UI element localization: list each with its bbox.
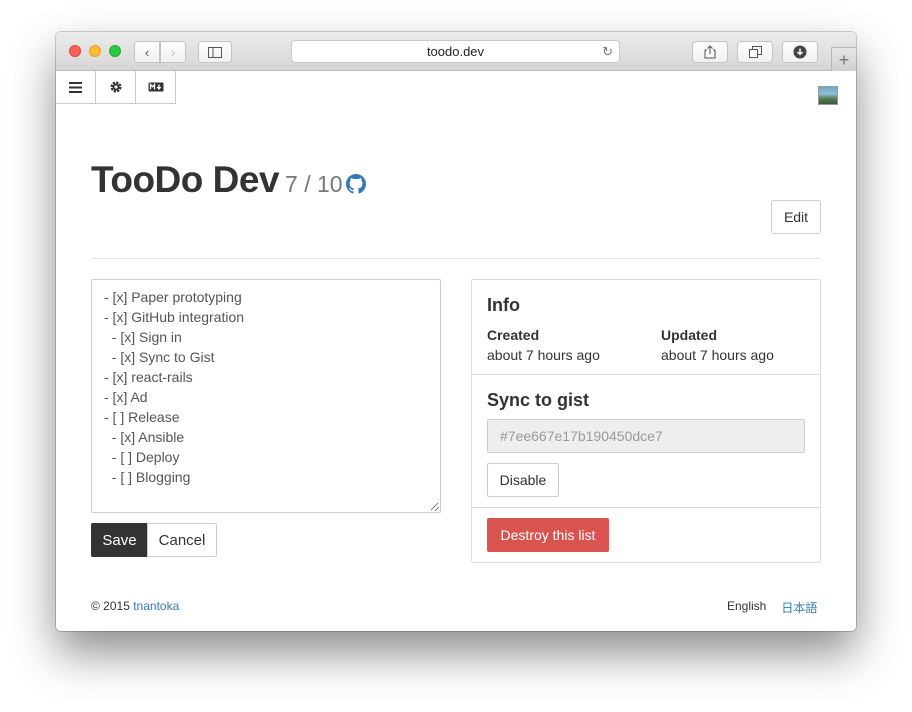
resize-handle[interactable] — [431, 503, 439, 511]
url-text: toodo.dev — [426, 44, 485, 59]
new-tab-button[interactable]: + — [831, 47, 856, 72]
reload-icon[interactable]: ↻ — [602, 44, 613, 60]
side-panel: Info Created about 7 hours ago Updated a… — [471, 279, 821, 563]
progress-count: 7 / 10 — [285, 171, 343, 197]
page-title: TooDo Dev 7 / 10 — [91, 159, 366, 203]
updated-label: Updated — [661, 327, 717, 343]
info-heading: Info — [487, 295, 520, 315]
menu-icon — [69, 81, 82, 93]
chevron-left-icon: ‹ — [144, 44, 150, 60]
gist-section: Sync to gist #7ee667e17b190450dce7 Disab… — [472, 375, 820, 508]
tab-overview-button[interactable] — [737, 41, 773, 63]
share-icon — [704, 45, 716, 59]
updated-value: about 7 hours ago — [661, 347, 774, 363]
textarea-line: - [x] Ad — [104, 389, 148, 405]
gear-icon — [110, 81, 121, 93]
textarea-line: - [x] Sync to Gist — [104, 349, 215, 365]
sidebar-icon — [208, 46, 222, 58]
author-link[interactable]: tnantoka — [133, 599, 179, 613]
user-avatar[interactable] — [818, 86, 838, 105]
download-icon — [793, 45, 807, 59]
browser-window: ‹ › toodo.dev ↻ + TooDo Dev 7 / 10 Edit … — [56, 32, 856, 631]
textarea-line: - [ ] Deploy — [104, 449, 180, 465]
sidebar-button[interactable] — [198, 41, 232, 63]
textarea-line: - [ ] Release — [104, 409, 180, 425]
github-icon[interactable] — [345, 161, 366, 203]
disable-sync-button[interactable]: Disable — [487, 463, 559, 497]
language-switcher: English 日本語 — [727, 599, 817, 616]
settings-button[interactable] — [96, 71, 136, 104]
back-button[interactable]: ‹ — [134, 41, 160, 63]
save-button[interactable]: Save — [91, 523, 148, 557]
edit-button[interactable]: Edit — [771, 200, 821, 234]
textarea-line: - [x] Ansible — [104, 429, 185, 445]
copyright-text: © 2015 — [91, 599, 130, 613]
todo-textarea[interactable]: - [x] Paper prototyping - [x] GitHub int… — [91, 279, 441, 513]
lang-japanese-link[interactable]: 日本語 — [781, 599, 817, 616]
address-bar[interactable]: toodo.dev ↻ — [291, 40, 620, 63]
destroy-list-button[interactable]: Destroy this list — [487, 518, 609, 552]
textarea-line: - [x] GitHub integration — [104, 309, 245, 325]
cancel-button[interactable]: Cancel — [147, 523, 217, 557]
gist-id-input[interactable]: #7ee667e17b190450dce7 — [487, 419, 805, 453]
app-navbar — [56, 71, 176, 104]
footer-copyright: © 2015 tnantoka — [91, 599, 179, 613]
textarea-line: - [x] Paper prototyping — [104, 289, 242, 305]
header-divider — [91, 258, 821, 259]
plus-icon: + — [838, 49, 850, 70]
lang-english[interactable]: English — [727, 599, 766, 616]
downloads-button[interactable] — [782, 41, 818, 63]
menu-button[interactable] — [56, 71, 96, 104]
forward-button[interactable]: › — [160, 41, 186, 63]
minimize-window-button[interactable] — [89, 45, 101, 57]
list-title: TooDo Dev — [91, 159, 280, 200]
danger-section: Destroy this list — [472, 508, 820, 562]
markdown-button[interactable] — [136, 71, 176, 104]
zoom-window-button[interactable] — [109, 45, 121, 57]
page-content: TooDo Dev 7 / 10 Edit - [x] Paper prototy… — [56, 71, 856, 631]
info-section: Info Created about 7 hours ago Updated a… — [472, 280, 820, 375]
textarea-line: - [x] react-rails — [104, 369, 193, 385]
gist-heading: Sync to gist — [487, 390, 590, 410]
created-label: Created — [487, 327, 540, 343]
tabs-icon — [748, 46, 762, 58]
created-value: about 7 hours ago — [487, 347, 600, 363]
browser-toolbar: ‹ › toodo.dev ↻ + — [56, 32, 856, 72]
markdown-icon — [148, 82, 163, 92]
textarea-line: - [x] Sign in — [104, 329, 182, 345]
share-button[interactable] — [692, 41, 728, 63]
close-window-button[interactable] — [69, 45, 81, 57]
textarea-line: - [ ] Blogging — [104, 469, 191, 485]
chevron-right-icon: › — [170, 44, 176, 60]
